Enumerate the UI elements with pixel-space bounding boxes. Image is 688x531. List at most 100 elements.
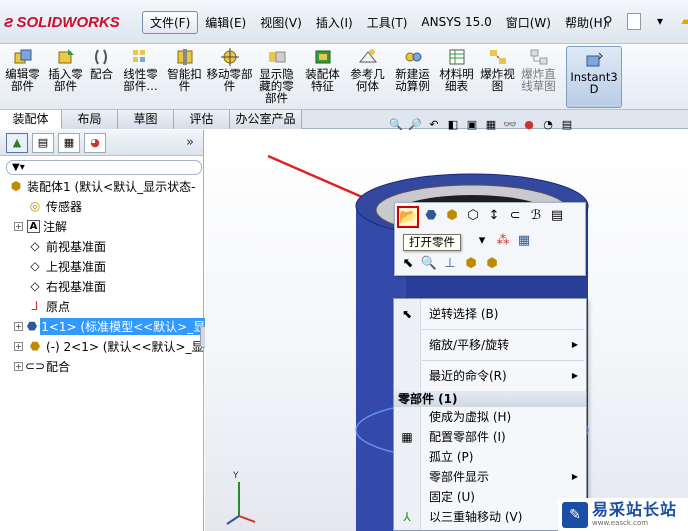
menu-view[interactable]: 视图(V) — [253, 12, 309, 33]
triad-icon: ⅄ — [403, 510, 411, 524]
tree-root-assembly[interactable]: ⬢ 装配体1 (默认<默认_显示状态- — [0, 176, 204, 196]
mate-icon — [91, 47, 113, 67]
new-dropdown-icon[interactable]: ▾ — [650, 11, 670, 31]
expand-panel-icon[interactable]: » — [186, 135, 194, 150]
tab-sketch[interactable]: 草图 — [118, 110, 174, 129]
menu-file[interactable]: 文件(F) — [142, 10, 199, 34]
properties-icon[interactable]: ℬ — [527, 206, 545, 224]
motion-study-icon — [402, 47, 424, 67]
tree-item-annotations[interactable]: + A 注解 — [0, 216, 204, 236]
smart-fasteners-button[interactable]: 智能扣件 — [164, 44, 206, 110]
edit-part-icon[interactable]: ⬣ — [422, 206, 440, 224]
tree-item-front-plane[interactable]: ◇ 前视基准面 — [0, 236, 204, 256]
new-document-button[interactable] — [624, 11, 644, 31]
menu-recent-commands[interactable]: 最近的命令(R) ▶ — [394, 361, 586, 391]
zoom-to-selection-icon[interactable]: 🔍 — [420, 254, 438, 272]
select-icon[interactable]: ⬉ — [399, 254, 417, 272]
menu-insert[interactable]: 插入(I) — [309, 12, 360, 33]
sort-icon[interactable]: ↕ — [485, 206, 503, 224]
menu-isolate[interactable]: 孤立 (P) — [394, 447, 586, 467]
tree-item-part-1[interactable]: + ⬣ 1<1> (标准模型<<默认>_显 — [0, 316, 207, 336]
site-watermark: ✎ 易采站长站 www.easck.com — [558, 498, 688, 531]
menu-window[interactable]: 窗口(W) — [499, 12, 558, 33]
tab-assembly[interactable]: 装配体 — [0, 110, 62, 129]
configure-component-icon: ▦ — [401, 430, 413, 444]
linear-pattern-icon — [130, 47, 152, 67]
mates-folder-icon: ⊂⊃ — [24, 359, 46, 373]
expand-toggle[interactable]: + — [14, 341, 23, 351]
menu-tools[interactable]: 工具(T) — [360, 12, 415, 33]
display-manager-tab-icon[interactable]: ◕ — [84, 132, 106, 153]
reference-geometry-icon — [357, 47, 379, 67]
menu-section-header: 零部件 (1) — [394, 391, 586, 407]
tree-item-mates[interactable]: + ⊂⊃ 配合 — [0, 356, 204, 376]
solidworks-logo[interactable]: ƨ SOLIDWORKS — [4, 10, 130, 34]
command-ribbon: 编辑零部件 插入零部件 配合 线性零部件… 智能扣件 移动零部件 显示隐藏的零部… — [0, 44, 688, 110]
show-with-dependents-icon[interactable]: ⬢ — [483, 254, 501, 272]
mate-button[interactable]: 配合 — [86, 44, 118, 110]
instant3d-button[interactable]: Instant3D — [566, 46, 622, 108]
plane-icon: ◇ — [30, 259, 40, 273]
submenu-arrow-icon: ▶ — [571, 472, 578, 481]
configuration-manager-tab-icon[interactable]: ▦ — [58, 132, 80, 153]
isolate-icon[interactable]: ⬢ — [462, 254, 480, 272]
open-part-button[interactable]: 📂 — [397, 206, 419, 228]
dropdown-icon[interactable]: ▾ — [473, 231, 491, 249]
new-motion-study-button[interactable]: 新建运动算例 — [390, 44, 436, 110]
tab-office-products[interactable]: 办公室产品 — [230, 110, 302, 129]
open-part-tooltip: 打开零件 — [403, 234, 461, 251]
exploded-view-button[interactable]: 爆炸视图 — [478, 44, 518, 110]
submenu-arrow-icon: ▶ — [571, 340, 578, 349]
menu-zoom-pan-rotate[interactable]: 缩放/平移/旋转 ▶ — [394, 330, 586, 360]
menu-component-display[interactable]: 零部件显示 ▶ — [394, 467, 586, 487]
hide-components-icon[interactable]: ⬡ — [464, 206, 482, 224]
menu-configure-component[interactable]: ▦ 配置零部件 (I) — [394, 427, 586, 447]
annotation-icon: A — [27, 219, 40, 233]
edit-component-button[interactable]: 编辑零部件 — [0, 44, 46, 110]
move-component-icon — [219, 47, 241, 67]
exploded-view-icon — [487, 47, 509, 67]
menu-ansys[interactable]: ANSYS 15.0 — [414, 13, 498, 31]
tab-layout[interactable]: 布局 — [62, 110, 118, 129]
plane-icon: ◇ — [30, 279, 40, 293]
menu-reverse-selection[interactable]: ⬉ 逆转选择 (B) — [394, 299, 586, 329]
bom-button[interactable]: 材料明细表 — [436, 44, 478, 110]
insert-component-icon — [55, 47, 77, 67]
assembly-features-button[interactable]: 装配体特征 — [300, 44, 346, 110]
linear-pattern-button[interactable]: 线性零部件… — [118, 44, 164, 110]
property-manager-tab-icon[interactable]: ▤ — [32, 132, 54, 153]
tree-item-part-2[interactable]: + ⬣ (-) 2<1> (默认<<默认>_显 — [0, 336, 204, 356]
change-transparency-icon[interactable]: ▦ — [515, 231, 533, 249]
expand-toggle[interactable]: + — [14, 221, 23, 231]
context-menu: ⬉ 逆转选择 (B) 缩放/平移/旋转 ▶ 最近的命令(R) ▶ 零部件 (1)… — [393, 298, 587, 531]
expand-toggle[interactable]: + — [14, 321, 23, 331]
menu-bar: 文件(F) 编辑(E) 视图(V) 插入(I) 工具(T) ANSYS 15.0… — [142, 10, 614, 34]
edit-assembly-icon[interactable]: ⬢ — [443, 206, 461, 224]
tree-item-origin[interactable]: ⅃ 原点 — [0, 296, 204, 316]
tree-filter[interactable]: ▼▾ — [6, 160, 202, 175]
tree-item-top-plane[interactable]: ◇ 上视基准面 — [0, 256, 204, 276]
assembly-features-icon — [312, 47, 334, 67]
reference-geometry-button[interactable]: 参考几何体 — [346, 44, 390, 110]
mate-icon[interactable]: ⊂ — [506, 206, 524, 224]
tree-item-right-plane[interactable]: ◇ 右视基准面 — [0, 276, 204, 296]
component-properties-icon[interactable]: ▤ — [548, 206, 566, 224]
quick-access-toolbar: ⚲ ▾ ▰ — [598, 11, 688, 31]
tree-item-sensors[interactable]: ◎ 传感器 — [0, 196, 204, 216]
plane-icon: ◇ — [30, 239, 40, 253]
move-component-button[interactable]: 移动零部件 — [206, 44, 254, 110]
tab-evaluate[interactable]: 评估 — [174, 110, 230, 129]
appearance-icon[interactable]: ⁂ — [494, 231, 512, 249]
pin-icon[interactable]: ⚲ — [598, 11, 618, 31]
show-hidden-button[interactable]: 显示隐藏的零部件 — [254, 44, 300, 110]
open-document-icon[interactable]: ▰ — [676, 11, 688, 31]
svg-text:Y: Y — [232, 471, 239, 481]
explode-line-sketch-button[interactable]: 爆炸直线草图 — [518, 44, 560, 110]
insert-component-button[interactable]: 插入零部件 — [46, 44, 86, 110]
feature-tree-tab-icon[interactable]: ▲ — [6, 132, 28, 153]
menu-make-virtual[interactable]: 使成为虚拟 (H) — [394, 407, 586, 427]
instant3d-icon — [583, 50, 605, 70]
expand-toggle[interactable]: + — [14, 361, 23, 371]
normal-to-icon[interactable]: ⊥ — [441, 254, 459, 272]
menu-edit[interactable]: 编辑(E) — [198, 12, 253, 33]
